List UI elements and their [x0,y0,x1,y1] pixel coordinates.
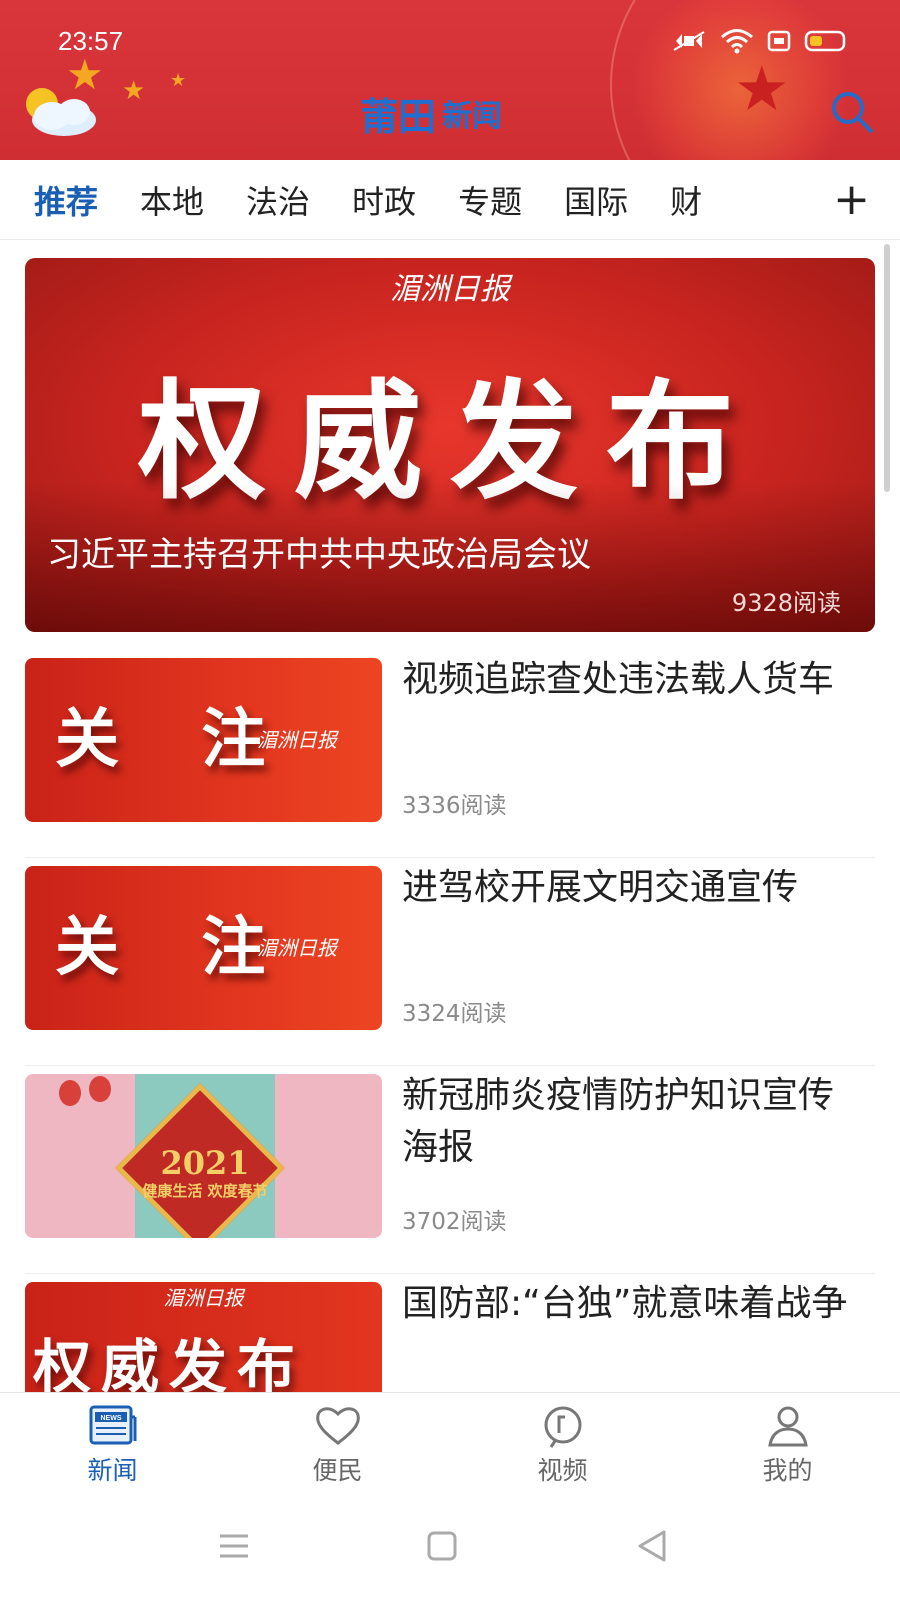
battery-icon [804,28,848,58]
home-icon[interactable] [422,1526,462,1566]
news-read-count: 3702阅读 [402,1209,507,1235]
news-list-item[interactable]: 关 注 湄洲日报 视频追踪查处违法载人货车 3336阅读 [0,648,900,858]
news-thumbnail: 关 注 湄洲日报 [25,866,382,1030]
nav-video[interactable]: 视频 [450,1393,675,1502]
lantern-icon [59,1080,81,1106]
add-tab-button[interactable]: + [833,170,870,230]
banner-brand: 湄洲日报 [390,272,510,307]
thumb-brand: 湄洲日报 [257,728,337,752]
menu-icon[interactable] [214,1526,254,1566]
svg-text:NEWS: NEWS [100,1415,121,1422]
system-navigation-bar [0,1502,900,1600]
profile-icon [767,1406,808,1447]
star-emblem-icon: ★ [734,52,790,125]
poster-year: 2021 [160,1144,250,1182]
heart-icon [315,1407,360,1445]
nav-label: 新闻 [87,1456,138,1485]
lantern-icon [89,1076,111,1102]
search-icon[interactable] [828,88,876,136]
video-icon [544,1406,581,1448]
tab-international[interactable]: 国际 [564,177,628,223]
news-thumbnail: 关 注 湄洲日报 [25,658,382,822]
weather-icon[interactable] [12,80,102,140]
banner-read-count: 9328阅读 [731,589,841,617]
news-title: 国防部:“台独”就意味着战争 [402,1283,848,1324]
thumb-brand: 湄洲日报 [257,936,337,960]
back-icon[interactable] [632,1526,672,1566]
bottom-navigation: NEWS 新闻 便民 视频 我的 [0,1392,900,1502]
nav-label: 便民 [312,1456,363,1485]
poster-subtitle: 健康生活 欢度春节 [142,1182,268,1200]
news-thumbnail: 2021 健康生活 欢度春节 [25,1074,382,1238]
news-list-item[interactable]: 湄洲日报 权威发布 国防部:“台独”就意味着战争 [0,1272,900,1392]
nav-news[interactable]: NEWS 新闻 [0,1393,225,1502]
news-list-item[interactable]: 关 注 湄洲日报 进驾校开展文明交通宣传 3324阅读 [0,856,900,1066]
category-tabs: 推荐 本地 法治 时政 专题 国际 财 + [0,160,900,240]
news-title: 新冠肺炎疫情防护知识宣传海报 [402,1075,835,1168]
news-thumbnail: 湄洲日报 权威发布 [25,1282,382,1392]
tab-politics[interactable]: 时政 [352,177,416,223]
app-logo: 莆田 新闻 [360,88,503,139]
tab-law[interactable]: 法治 [246,177,310,223]
nav-service[interactable]: 便民 [225,1393,450,1502]
star-decoration-icon: ★ [122,76,146,106]
thumb-brand: 湄洲日报 [163,1286,244,1310]
news-title: 进驾校开展文明交通宣传 [402,867,799,908]
news-icon: NEWS [89,1405,136,1445]
news-read-count: 3324阅读 [402,1001,507,1027]
nav-profile[interactable]: 我的 [675,1393,900,1502]
logo-text: 新闻 [442,99,503,134]
banner-caption: 习近平主持召开中共中央政治局会议 [47,535,591,575]
nav-label: 视频 [537,1456,588,1485]
tab-local[interactable]: 本地 [140,177,204,223]
app-header: 23:57 ★ ★ ★ ★ 莆田 新闻 [0,0,900,160]
nav-label: 我的 [762,1456,813,1485]
tab-recommend[interactable]: 推荐 [34,177,98,223]
news-title: 视频追踪查处违法载人货车 [402,659,835,700]
star-decoration-icon: ★ [170,70,187,91]
featured-banner[interactable]: 湄洲日报 权威发布 习近平主持召开中共中央政治局会议 9328阅读 [25,258,875,632]
scrollbar[interactable] [884,244,890,492]
news-list-item[interactable]: 2021 健康生活 欢度春节 新冠肺炎疫情防护知识宣传海报 3702阅读 [0,1064,900,1274]
logo-mark: 莆田 [360,93,437,139]
news-read-count: 3336阅读 [402,793,507,819]
vibrate-icon [670,28,708,58]
tab-special[interactable]: 专题 [458,177,522,223]
tab-finance[interactable]: 财 [670,177,702,223]
thumb-text: 权威发布 [33,1333,306,1392]
